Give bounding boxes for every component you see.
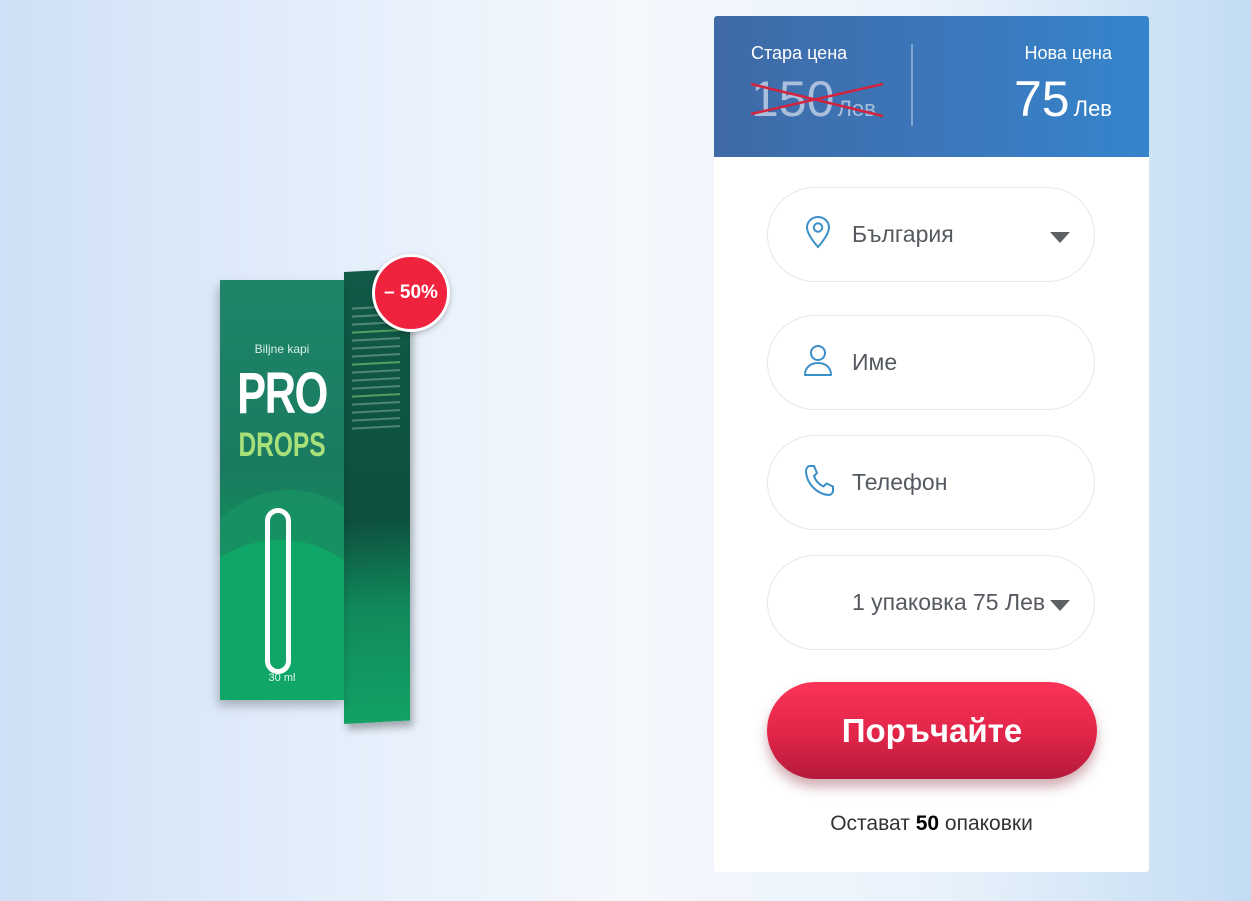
box-zero-graphic: [265, 508, 291, 674]
price-header: Стара цена 150Лев Нова цена 75Лев: [714, 16, 1149, 157]
product-image: Biljne kapi PRO DROPS 30 ml – 50%: [212, 252, 462, 732]
country-value: България: [852, 221, 954, 247]
stock-remaining: Остават 50 опаковки: [714, 812, 1149, 836]
chevron-down-icon: [1050, 232, 1070, 243]
stock-prefix: Остават: [830, 812, 910, 835]
new-price-caption: Нова цена: [1024, 43, 1112, 63]
box-volume: 30 ml: [268, 672, 296, 684]
phone-icon: [805, 465, 834, 496]
strikethrough-mark: [750, 82, 884, 118]
phone-field[interactable]: Телефон: [767, 435, 1095, 530]
name-placeholder: Име: [852, 349, 898, 375]
discount-badge: – 50%: [372, 254, 450, 332]
user-icon: [804, 345, 832, 376]
map-pin-icon: [805, 215, 831, 249]
package-value: 1 упаковка 75 Лев: [852, 589, 1046, 615]
name-field[interactable]: Име: [767, 315, 1095, 410]
phone-placeholder: Телефон: [852, 469, 948, 495]
price-divider: [911, 44, 913, 126]
order-panel: Стара цена 150Лев Нова цена 75Лев Българ…: [714, 16, 1149, 872]
box-subtitle: Biljne kapi: [254, 342, 310, 356]
new-price-currency: Лев: [1073, 96, 1112, 121]
new-price: Нова цена 75 Лев: [1014, 43, 1112, 128]
chevron-down-icon: [1050, 600, 1070, 611]
stock-count: 50: [915, 812, 940, 835]
old-price-caption: Стара цена: [751, 43, 848, 63]
box-brand-pro: PRO: [237, 361, 328, 426]
box-side-panel: [344, 268, 410, 724]
old-price: Стара цена 150Лев: [750, 43, 884, 128]
box-front-panel: Biljne kapi PRO DROPS 30 ml: [220, 280, 344, 700]
box-brand-drops: DROPS: [238, 426, 326, 464]
country-select[interactable]: България: [767, 187, 1095, 282]
order-button[interactable]: Поръчайте: [767, 682, 1097, 779]
package-select[interactable]: 1 упаковка 75 Лев: [767, 555, 1095, 650]
new-price-number: 75: [1014, 71, 1070, 127]
old-price-value: 150Лев: [750, 70, 884, 128]
stock-suffix: опаковки: [944, 812, 1033, 835]
new-price-value: 75 Лев: [1014, 70, 1112, 128]
